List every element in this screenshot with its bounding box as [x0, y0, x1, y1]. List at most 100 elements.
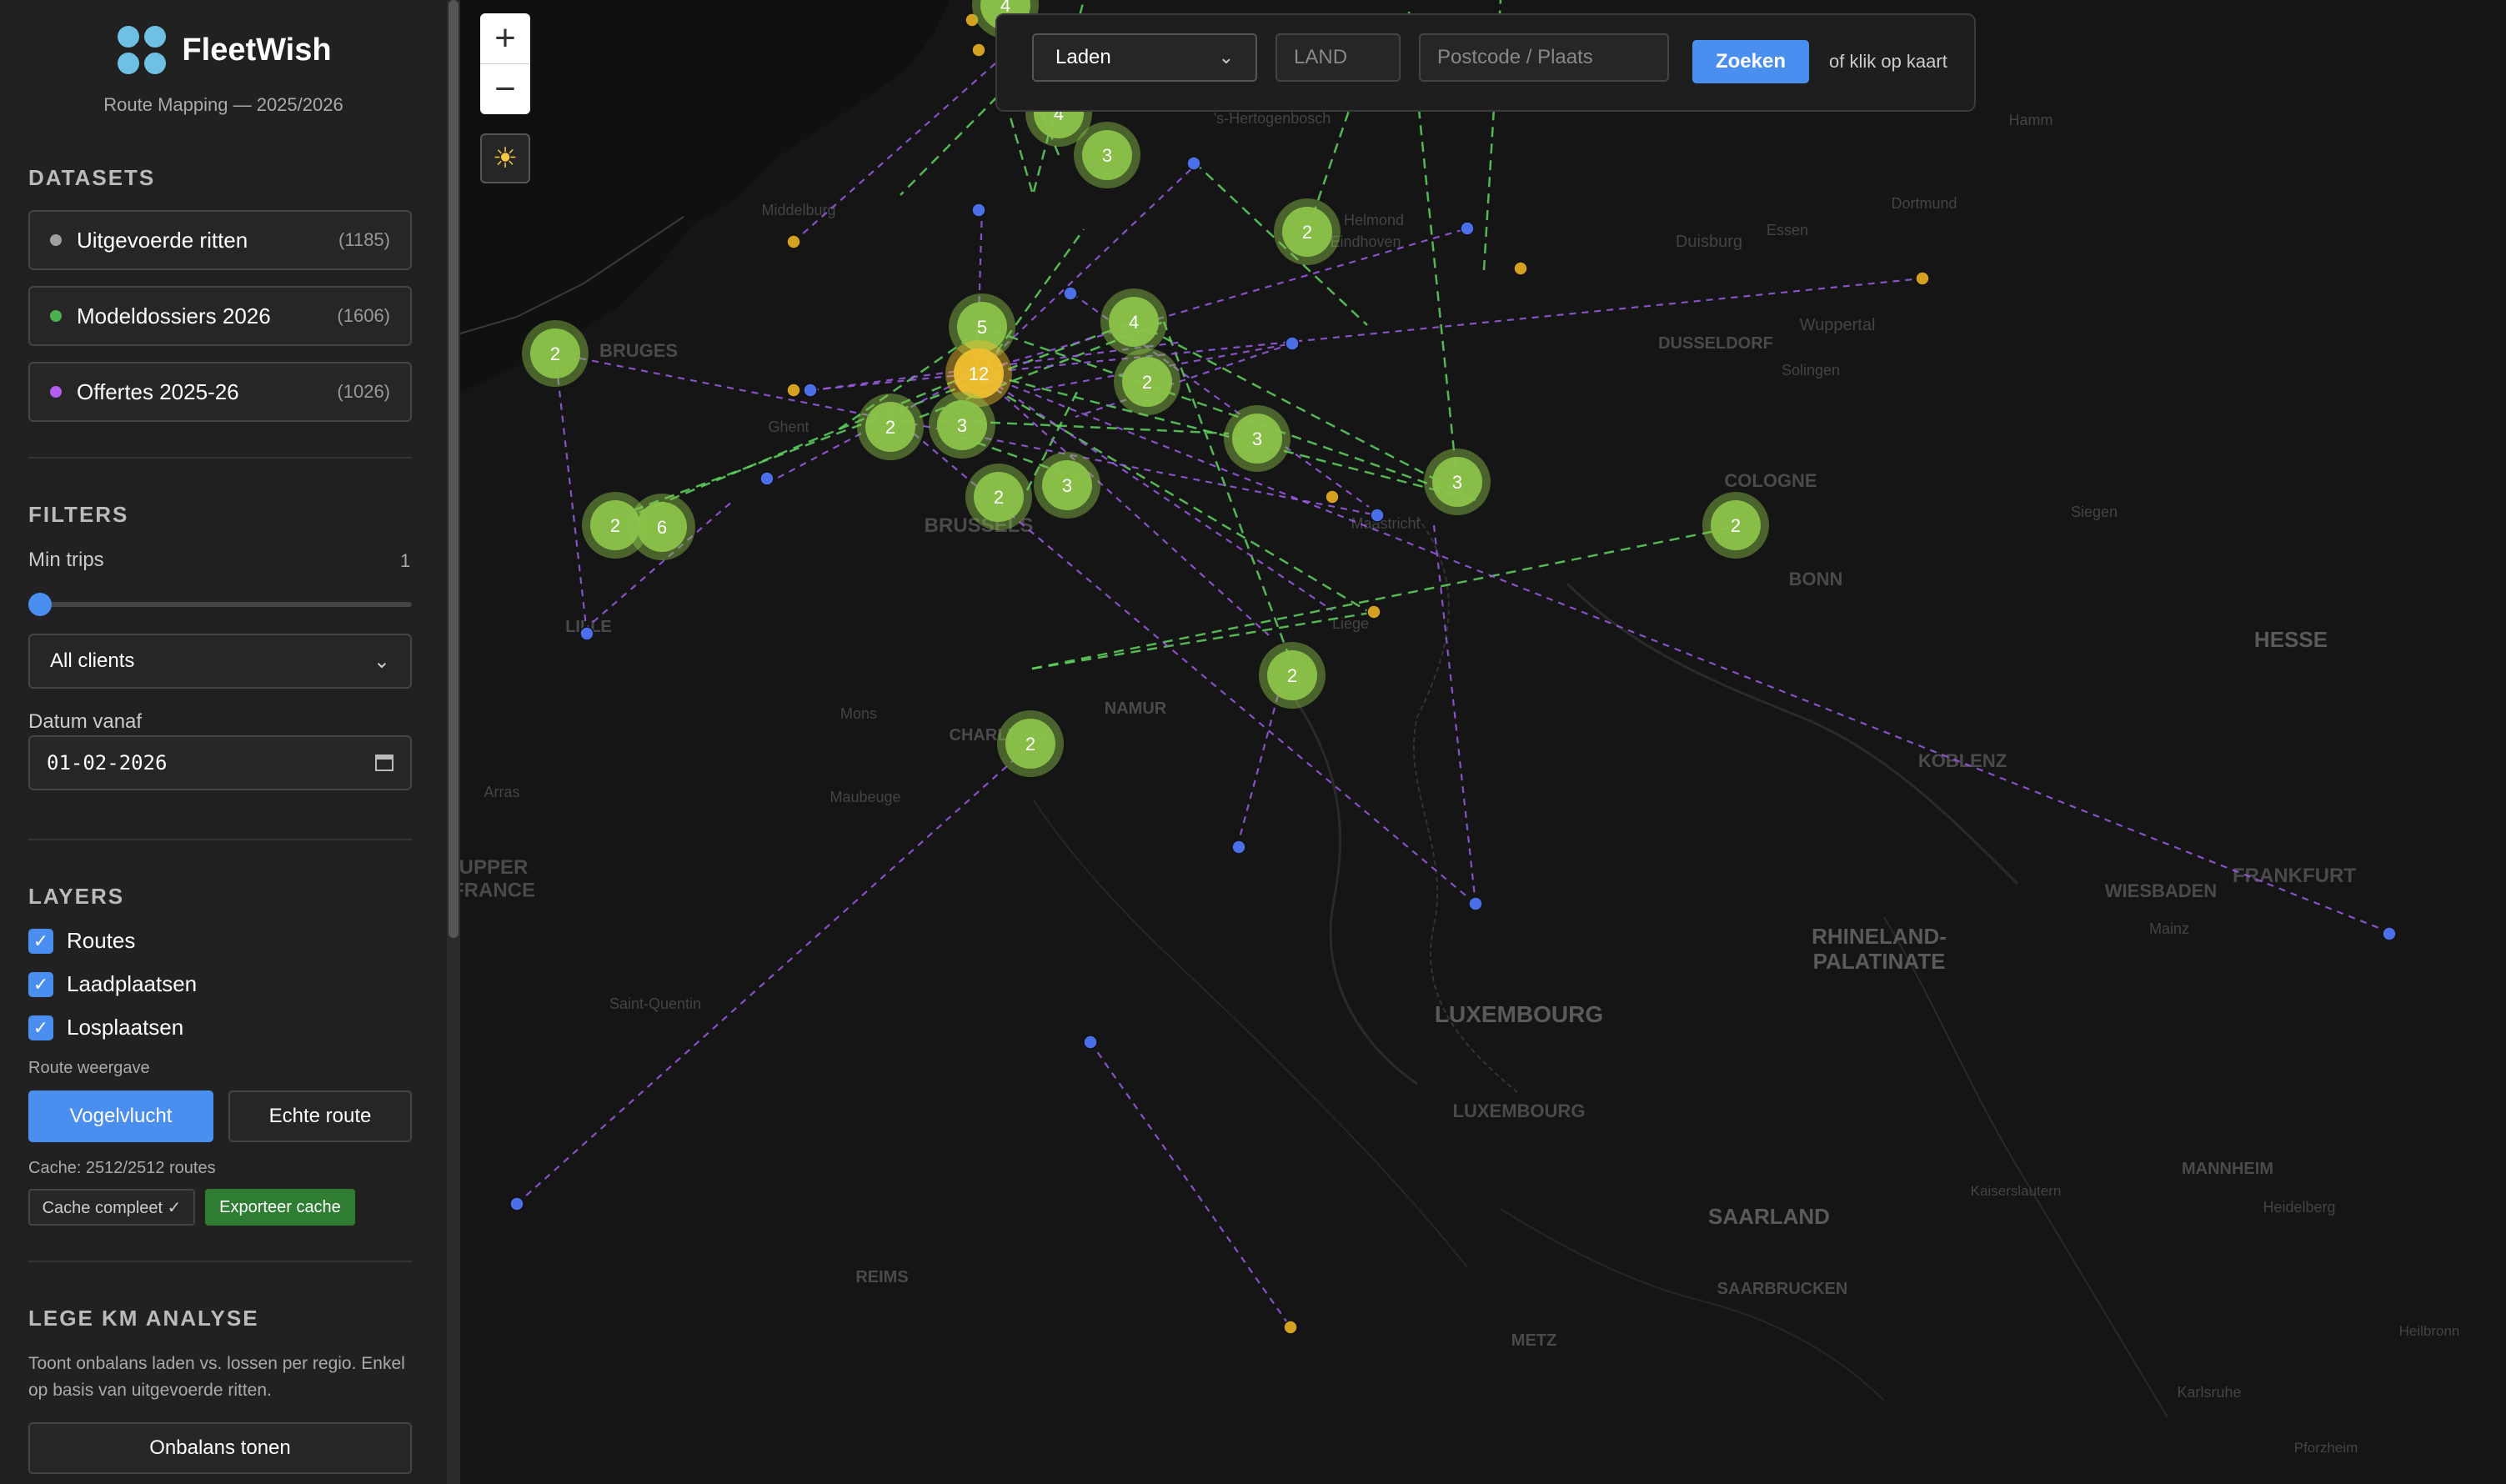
cluster-count: 3 [1452, 472, 1462, 493]
city-label: 's-Hertogenbosch [1214, 110, 1331, 127]
load-unload-select[interactable]: Laden ⌄ [1032, 33, 1257, 82]
layer-laadplaatsen[interactable]: ✓ Laadplaatsen [28, 971, 197, 997]
cluster-marker[interactable]: 2 [522, 320, 589, 387]
country-input[interactable] [1276, 33, 1401, 82]
cluster-marker[interactable]: 2 [1259, 642, 1326, 709]
calendar-icon[interactable] [375, 755, 393, 771]
dataset-modeldossiers-2026[interactable]: Modeldossiers 2026 (1606) [28, 286, 412, 346]
city-label: COLOGNE [1724, 470, 1817, 491]
load-location-marker[interactable] [1513, 261, 1528, 276]
city-label: NAMUR [1105, 699, 1167, 718]
cluster-marker[interactable]: 2 [1274, 198, 1341, 265]
city-label: Eindhoven [1330, 233, 1401, 250]
dataset-label: Offertes 2025-26 [77, 379, 239, 404]
cluster-marker[interactable]: 2 [857, 394, 924, 460]
cluster-marker[interactable]: 4 [1100, 288, 1167, 355]
cluster-marker[interactable]: 2 [965, 464, 1032, 530]
city-label: MANNHEIM [2182, 1160, 2273, 1178]
region-label: HESSE [2254, 627, 2328, 652]
cluster-count: 2 [885, 417, 895, 438]
route-view-label: Route weergave [28, 1059, 150, 1077]
export-cache-button[interactable]: Exporteer cache [205, 1189, 355, 1226]
min-trips-value: 1 [400, 550, 411, 571]
city-label: Wuppertal [1800, 316, 1876, 334]
city-label: Karlsruhe [2177, 1384, 2241, 1401]
load-location-marker[interactable] [1915, 271, 1930, 286]
date-from-input[interactable]: 01-02-2026 [28, 735, 412, 790]
city-label: Pforzheim [2294, 1440, 2358, 1456]
dataset-uitgevoerde-ritten[interactable]: Uitgevoerde ritten (1185) [28, 210, 412, 270]
cluster-marker[interactable]: 2 [997, 710, 1064, 777]
layer-label: Losplaatsen [67, 1015, 184, 1040]
layer-routes[interactable]: ✓ Routes [28, 928, 135, 954]
client-select[interactable]: All clients ⌄ [28, 634, 412, 689]
unload-location-marker[interactable] [509, 1196, 524, 1211]
cluster-marker[interactable]: 3 [929, 392, 995, 459]
unload-location-marker[interactable] [1083, 1035, 1098, 1050]
cluster-marker[interactable]: 3 [1424, 449, 1491, 515]
unload-location-marker[interactable] [579, 626, 594, 641]
dataset-count: (1606) [337, 305, 390, 326]
sidebar-scrollbar-thumb[interactable] [449, 0, 459, 938]
onbalans-tonen-button[interactable]: Onbalans tonen [28, 1422, 412, 1474]
city-label: Solingen [1782, 362, 1840, 379]
dataset-offertes-2025-26[interactable]: Offertes 2025-26 (1026) [28, 362, 412, 422]
fleetwish-logo-icon [118, 26, 167, 74]
cluster-marker[interactable]: 2 [1702, 492, 1769, 559]
layer-label: Laadplaatsen [67, 971, 198, 996]
load-location-marker[interactable] [786, 234, 801, 249]
chevron-down-icon: ⌄ [1218, 47, 1234, 68]
unload-location-marker[interactable] [2382, 926, 2397, 941]
search-button[interactable]: Zoeken [1692, 40, 1809, 83]
zoom-in-button[interactable]: + [480, 13, 530, 64]
cache-status: Cache: 2512/2512 routes [28, 1159, 216, 1177]
echte-route-button[interactable]: Echte route [228, 1090, 412, 1142]
checkbox-checked-icon[interactable]: ✓ [28, 928, 53, 954]
city-label: WIESBADEN [2105, 880, 2217, 901]
unload-location-marker[interactable] [1370, 508, 1385, 523]
cluster-count: 2 [610, 515, 620, 536]
date-from-label: Datum vanaf [28, 710, 143, 733]
route-line-purple [1432, 524, 1477, 905]
cluster-marker[interactable]: 2 [1114, 348, 1180, 415]
load-location-marker[interactable] [786, 383, 801, 398]
min-trips-slider[interactable] [28, 602, 412, 607]
load-location-marker[interactable] [1366, 604, 1381, 619]
cluster-marker[interactable]: 3 [1074, 122, 1140, 188]
checkbox-checked-icon[interactable]: ✓ [28, 971, 53, 997]
load-location-marker[interactable] [971, 43, 986, 58]
min-trips-slider-handle[interactable] [28, 593, 52, 616]
app-name: FleetWish [182, 32, 332, 68]
city-label: KOBLENZ [1918, 750, 2007, 771]
unload-location-marker[interactable] [803, 383, 818, 398]
city-label: Duisburg [1676, 233, 1742, 251]
unload-location-marker[interactable] [971, 203, 986, 218]
checkbox-checked-icon[interactable]: ✓ [28, 1015, 53, 1040]
unload-location-marker[interactable] [1231, 840, 1246, 855]
unload-location-marker[interactable] [759, 471, 774, 486]
dataset-count: (1026) [337, 381, 390, 402]
dataset-color-dot [50, 234, 62, 246]
layer-losplaatsen[interactable]: ✓ Losplaatsen [28, 1015, 183, 1040]
unload-location-marker[interactable] [1468, 896, 1483, 911]
unload-location-marker[interactable] [1186, 156, 1201, 171]
load-location-marker[interactable] [1283, 1320, 1298, 1335]
vogelvlucht-button[interactable]: Vogelvlucht [28, 1090, 213, 1142]
cluster-marker[interactable]: 3 [1034, 452, 1100, 519]
map-canvas[interactable]: HESSE RHINELAND-PALATINATE SAARLAND LUXEMBO… [460, 0, 2506, 1484]
zoom-out-button[interactable]: − [480, 64, 530, 114]
postcode-input[interactable] [1419, 33, 1669, 82]
map[interactable]: HESSE RHINELAND-PALATINATE SAARLAND LUXEMBO… [460, 0, 2506, 1484]
map-labels: HESSE RHINELAND-PALATINATE SAARLAND LUXEMBO… [460, 110, 2459, 1456]
unload-location-marker[interactable] [1063, 286, 1078, 301]
city-label: Mons [840, 705, 877, 722]
unload-location-marker[interactable] [1460, 221, 1475, 236]
load-location-marker[interactable] [1325, 489, 1340, 504]
city-label: Dortmund [1891, 195, 1957, 212]
cluster-marker[interactable]: 3 [1224, 405, 1291, 472]
layers-title: LAYERS [28, 884, 125, 909]
sidebar-scrollbar[interactable] [447, 0, 460, 1484]
unload-location-marker[interactable] [1285, 336, 1300, 351]
cluster-marker[interactable]: 2 [582, 492, 649, 559]
sun-icon[interactable]: ☀ [480, 133, 530, 183]
